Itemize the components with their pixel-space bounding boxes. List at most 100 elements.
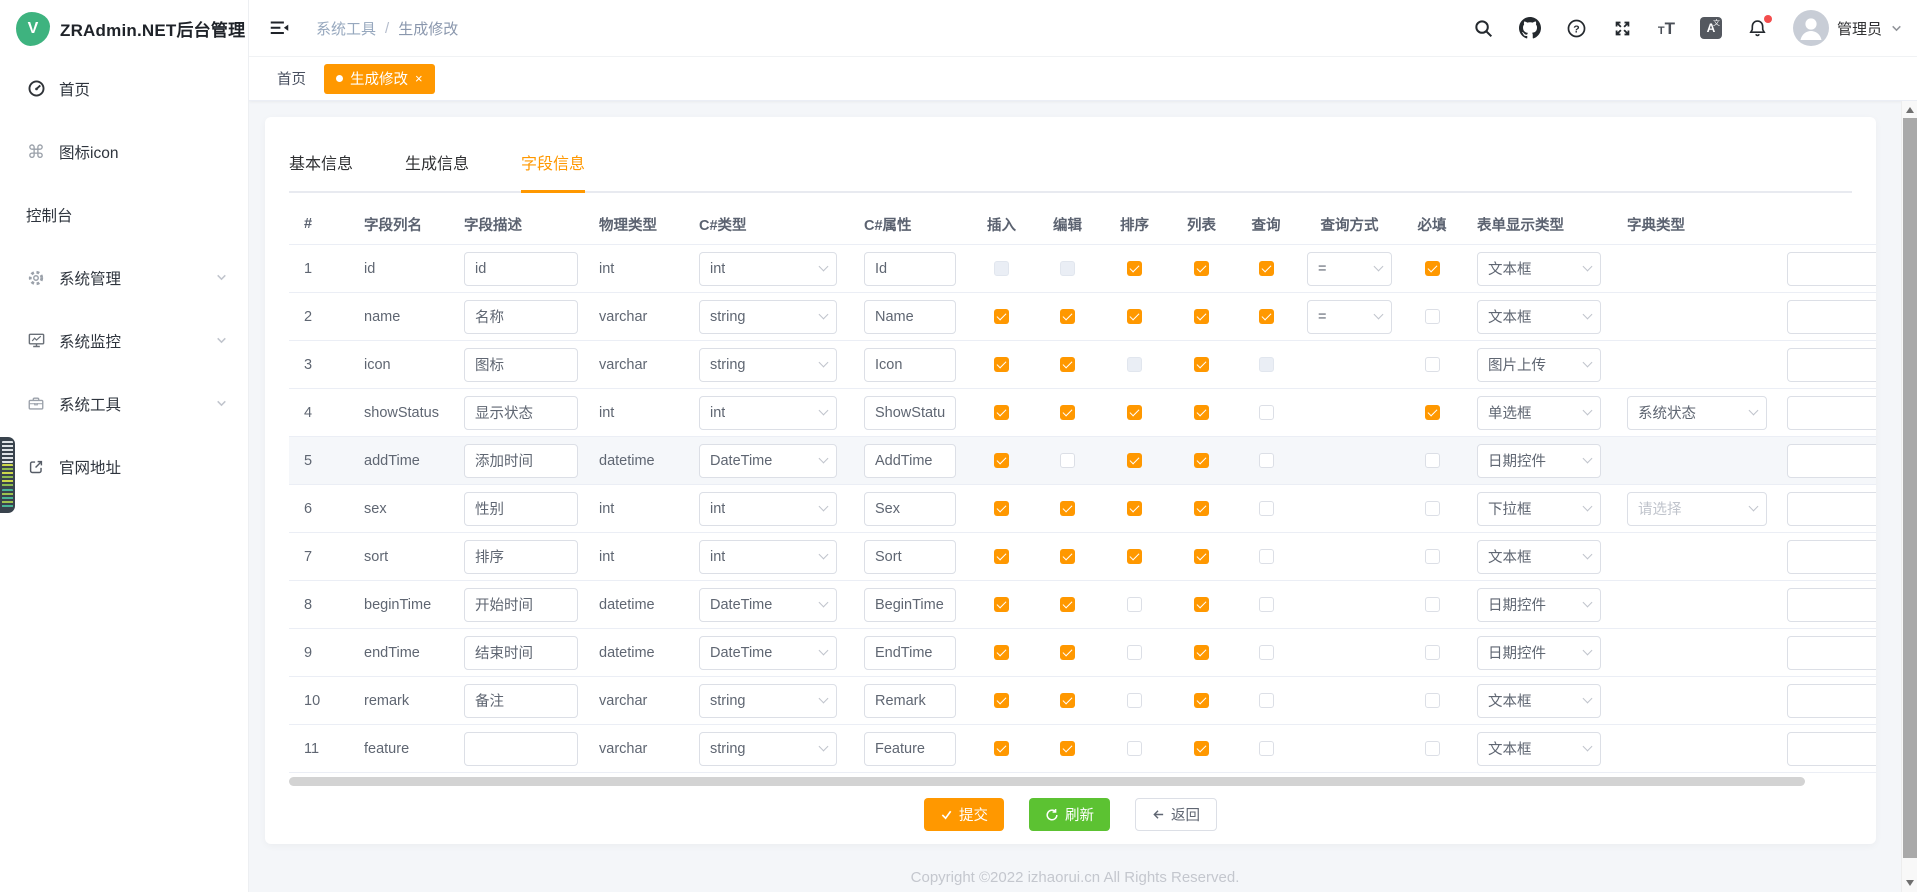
cs-type-select[interactable]: string — [699, 348, 837, 382]
submit-button[interactable]: 提交 — [924, 798, 1004, 831]
sidebar-item[interactable]: 官网地址 — [0, 435, 248, 498]
cs-type-select[interactable]: DateTime — [699, 636, 837, 670]
list-checkbox[interactable] — [1194, 597, 1209, 612]
query-mode-select[interactable]: = — [1307, 252, 1392, 286]
query-checkbox[interactable] — [1259, 453, 1274, 468]
field-desc-input[interactable] — [464, 396, 578, 430]
cs-prop-input[interactable] — [864, 540, 956, 574]
dock-widget[interactable] — [0, 437, 15, 513]
sidebar-item[interactable]: 系统工具 — [0, 372, 248, 435]
query-checkbox[interactable] — [1259, 261, 1274, 276]
list-checkbox[interactable] — [1194, 405, 1209, 420]
sidebar-item[interactable]: 控制台 — [0, 183, 248, 246]
cs-type-select[interactable]: int — [699, 252, 837, 286]
cs-type-select[interactable]: DateTime — [699, 588, 837, 622]
required-checkbox[interactable] — [1425, 261, 1440, 276]
query-checkbox[interactable] — [1259, 693, 1274, 708]
extra-input[interactable] — [1787, 252, 1876, 286]
required-checkbox[interactable] — [1425, 741, 1440, 756]
extra-input[interactable] — [1787, 492, 1876, 526]
search-icon[interactable] — [1473, 18, 1494, 39]
sort-checkbox[interactable] — [1127, 261, 1142, 276]
form-type-select[interactable]: 日期控件 — [1477, 636, 1601, 670]
cs-prop-input[interactable] — [864, 444, 956, 478]
extra-input[interactable] — [1787, 588, 1876, 622]
query-checkbox[interactable] — [1259, 549, 1274, 564]
extra-input[interactable] — [1787, 300, 1876, 334]
required-checkbox[interactable] — [1425, 405, 1440, 420]
required-checkbox[interactable] — [1425, 693, 1440, 708]
field-desc-input[interactable] — [464, 300, 578, 334]
sort-checkbox[interactable] — [1127, 693, 1142, 708]
form-type-select[interactable]: 文本框 — [1477, 540, 1601, 574]
required-checkbox[interactable] — [1425, 309, 1440, 324]
extra-input[interactable] — [1787, 732, 1876, 766]
cs-type-select[interactable]: int — [699, 396, 837, 430]
tab-home[interactable]: 首页 — [277, 68, 306, 89]
required-checkbox[interactable] — [1425, 645, 1440, 660]
edit-checkbox[interactable] — [1060, 309, 1075, 324]
list-checkbox[interactable] — [1194, 741, 1209, 756]
sort-checkbox[interactable] — [1127, 357, 1142, 372]
insert-checkbox[interactable] — [994, 453, 1009, 468]
dict-type-select[interactable]: 系统状态 — [1627, 396, 1767, 430]
dict-type-select[interactable]: 请选择 — [1627, 492, 1767, 526]
required-checkbox[interactable] — [1425, 453, 1440, 468]
fullscreen-icon[interactable] — [1612, 18, 1633, 39]
edit-checkbox[interactable] — [1060, 549, 1075, 564]
insert-checkbox[interactable] — [994, 309, 1009, 324]
horizontal-scrollbar-thumb[interactable] — [289, 777, 1805, 786]
cs-prop-input[interactable] — [864, 636, 956, 670]
back-button[interactable]: 返回 — [1135, 798, 1217, 831]
vertical-scrollbar-thumb[interactable] — [1903, 118, 1917, 858]
edit-checkbox[interactable] — [1060, 261, 1075, 276]
cs-type-select[interactable]: DateTime — [699, 444, 837, 478]
edit-checkbox[interactable] — [1060, 597, 1075, 612]
field-desc-input[interactable] — [464, 636, 578, 670]
cs-prop-input[interactable] — [864, 252, 956, 286]
insert-checkbox[interactable] — [994, 645, 1009, 660]
field-desc-input[interactable] — [464, 492, 578, 526]
insert-checkbox[interactable] — [994, 501, 1009, 516]
cs-prop-input[interactable] — [864, 300, 956, 334]
sidebar-item[interactable]: 系统管理 — [0, 246, 248, 309]
close-icon[interactable]: × — [415, 72, 423, 85]
sidebar-item[interactable]: 系统监控 — [0, 309, 248, 372]
insert-checkbox[interactable] — [994, 597, 1009, 612]
query-checkbox[interactable] — [1259, 741, 1274, 756]
edit-checkbox[interactable] — [1060, 693, 1075, 708]
sidebar-collapse-icon[interactable] — [269, 18, 290, 39]
query-checkbox[interactable] — [1259, 597, 1274, 612]
required-checkbox[interactable] — [1425, 549, 1440, 564]
insert-checkbox[interactable] — [994, 741, 1009, 756]
form-type-select[interactable]: 文本框 — [1477, 252, 1601, 286]
extra-input[interactable] — [1787, 348, 1876, 382]
cs-type-select[interactable]: string — [699, 300, 837, 334]
form-type-select[interactable]: 图片上传 — [1477, 348, 1601, 382]
query-checkbox[interactable] — [1259, 309, 1274, 324]
form-type-select[interactable]: 文本框 — [1477, 300, 1601, 334]
edit-checkbox[interactable] — [1060, 405, 1075, 420]
font-size-icon[interactable]: TT — [1658, 20, 1675, 37]
sidebar-item[interactable]: 首页 — [0, 57, 248, 120]
list-checkbox[interactable] — [1194, 309, 1209, 324]
cs-prop-input[interactable] — [864, 348, 956, 382]
user-menu[interactable]: 管理员 — [1793, 10, 1903, 46]
insert-checkbox[interactable] — [994, 261, 1009, 276]
required-checkbox[interactable] — [1425, 597, 1440, 612]
app-logo[interactable]: V ZRAdmin.NET后台管理 — [0, 0, 248, 57]
form-type-select[interactable]: 日期控件 — [1477, 588, 1601, 622]
sidebar-item[interactable]: ⌘图标icon — [0, 120, 248, 183]
field-desc-input[interactable] — [464, 588, 578, 622]
form-type-select[interactable]: 日期控件 — [1477, 444, 1601, 478]
edit-checkbox[interactable] — [1060, 453, 1075, 468]
form-type-select[interactable]: 下拉框 — [1477, 492, 1601, 526]
sort-checkbox[interactable] — [1127, 741, 1142, 756]
sort-checkbox[interactable] — [1127, 645, 1142, 660]
list-checkbox[interactable] — [1194, 693, 1209, 708]
query-mode-select[interactable]: = — [1307, 300, 1392, 334]
sort-checkbox[interactable] — [1127, 453, 1142, 468]
form-type-select[interactable]: 文本框 — [1477, 732, 1601, 766]
insert-checkbox[interactable] — [994, 549, 1009, 564]
list-checkbox[interactable] — [1194, 549, 1209, 564]
